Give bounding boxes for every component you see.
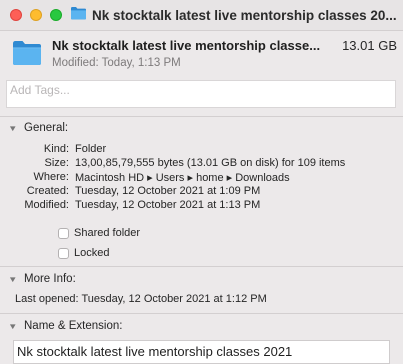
section-divider <box>0 116 403 117</box>
file-name: Nk stocktalk latest live mentorship clas… <box>52 38 321 53</box>
where-label: Where: <box>33 171 69 183</box>
shared-folder-checkbox[interactable] <box>58 227 69 239</box>
modified-value: Tuesday, 12 October 2021 at 1:13 PM <box>75 199 261 211</box>
title-divider <box>0 30 403 31</box>
name-extension-input[interactable] <box>14 340 389 362</box>
locked-option[interactable]: Locked <box>58 247 109 259</box>
tags-field[interactable] <box>6 77 396 108</box>
folder-icon <box>70 6 87 25</box>
size-value: 13,00,85,79,555 bytes (13.01 GB on disk)… <box>75 157 346 169</box>
chevron-down-icon: ▼ <box>8 123 18 133</box>
modified-label: Modified: <box>24 199 69 211</box>
window-title-text: Nk stocktalk latest live mentorship clas… <box>92 7 397 23</box>
title-bar: Nk stocktalk latest live mentorship clas… <box>0 0 403 30</box>
kind-value: Folder <box>75 143 107 155</box>
info-row-kind: Kind: Folder <box>0 143 403 157</box>
info-row-where: Where: Macintosh HD ▸ Users ▸ home ▸ Dow… <box>0 171 403 185</box>
modified-summary: Modified: Today, 1:13 PM <box>52 57 181 69</box>
general-section-toggle[interactable]: ▼ General: <box>8 122 69 134</box>
info-row-modified: Modified: Tuesday, 12 October 2021 at 1:… <box>0 199 403 213</box>
more-info-section-label: More Info: <box>24 273 76 285</box>
close-window-button[interactable] <box>10 9 22 21</box>
name-extension-section-label: Name & Extension: <box>24 320 123 332</box>
more-info-section-toggle[interactable]: ▼ More Info: <box>8 273 76 285</box>
file-size: 13.01 GB <box>342 38 397 53</box>
info-row-size: Size: 13,00,85,79,555 bytes (13.01 GB on… <box>0 157 403 171</box>
tags-input[interactable] <box>7 77 395 103</box>
kind-label: Kind: <box>43 143 69 155</box>
locked-checkbox[interactable] <box>58 247 69 259</box>
where-value: Macintosh HD ▸ Users ▸ home ▸ Downloads <box>75 172 290 184</box>
shared-folder-label: Shared folder <box>74 227 141 239</box>
info-row-created: Created: Tuesday, 12 October 2021 at 1:0… <box>0 185 403 199</box>
section-divider <box>0 313 403 314</box>
zoom-window-button[interactable] <box>50 9 62 21</box>
general-section-label: General: <box>24 122 69 134</box>
name-extension-section-toggle[interactable]: ▼ Name & Extension: <box>8 320 123 332</box>
created-label: Created: <box>26 185 69 197</box>
size-label: Size: <box>44 157 69 169</box>
window-title: Nk stocktalk latest live mentorship clas… <box>70 5 400 25</box>
folder-icon <box>12 40 42 71</box>
section-divider <box>0 266 403 267</box>
chevron-down-icon: ▼ <box>8 274 18 284</box>
header-name-row: Nk stocktalk latest live mentorship clas… <box>52 38 397 53</box>
last-opened-text: Last opened: Tuesday, 12 October 2021 at… <box>15 293 267 305</box>
created-value: Tuesday, 12 October 2021 at 1:09 PM <box>75 185 261 197</box>
locked-label: Locked <box>74 247 110 259</box>
minimize-window-button[interactable] <box>30 9 42 21</box>
chevron-down-icon: ▼ <box>8 321 18 331</box>
name-extension-field[interactable] <box>13 340 390 364</box>
shared-folder-option[interactable]: Shared folder <box>58 227 140 239</box>
